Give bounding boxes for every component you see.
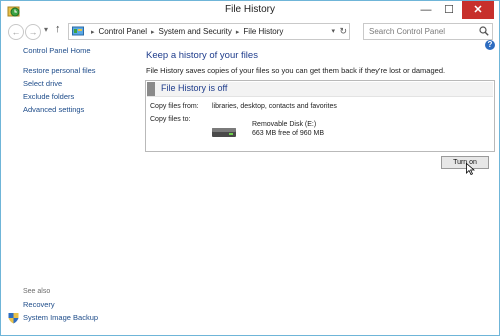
recent-locations-dropdown[interactable]: ▾ — [44, 25, 48, 34]
sidebar-item-select-drive[interactable]: Select drive — [23, 79, 62, 88]
breadcrumb-separator[interactable]: ▸ — [151, 29, 155, 36]
search-placeholder: Search Control Panel — [369, 27, 446, 36]
removable-disk-icon — [211, 124, 237, 140]
help-icon[interactable]: ? — [485, 40, 495, 50]
refresh-button[interactable]: ↻ — [339, 24, 347, 39]
page-description: File History saves copies of your files … — [146, 66, 446, 75]
search-input[interactable]: Search Control Panel — [363, 23, 493, 40]
status-indicator — [147, 82, 155, 96]
breadcrumb-separator: ▸ — [91, 29, 95, 36]
drive-free-space: 663 MB free of 960 MB — [252, 130, 324, 137]
address-dropdown-button[interactable]: ▾ — [331, 24, 335, 39]
copy-to-label: Copy files to: — [150, 116, 191, 123]
see-also-system-image-backup[interactable]: System Image Backup — [23, 313, 98, 322]
sidebar-item-advanced-settings[interactable]: Advanced settings — [23, 105, 84, 114]
shield-icon — [8, 311, 19, 324]
copy-from-value: libraries, desktop, contacts and favorit… — [212, 103, 337, 110]
copy-from-label: Copy files from: — [150, 103, 199, 110]
status-header: File History is off — [147, 82, 493, 97]
minimize-button[interactable]: — — [415, 1, 437, 19]
status-text: File History is off — [161, 83, 228, 93]
breadcrumb-system-and-security[interactable]: System and Security — [159, 27, 232, 36]
forward-button[interactable]: → — [25, 24, 41, 40]
see-also-heading: See also — [23, 288, 51, 295]
breadcrumb: ▸ Control Panel ▸ System and Security ▸ File … — [87, 24, 283, 40]
turn-on-button[interactable]: Turn on — [441, 156, 489, 169]
sidebar-item-control-panel-home[interactable]: Control Panel Home — [23, 46, 91, 55]
drive-name: Removable Disk (E:) — [252, 121, 317, 128]
mouse-pointer-icon — [466, 162, 476, 176]
file-history-status-panel: File History is off Copy files from: lib… — [145, 80, 495, 152]
close-button[interactable]: ✕ — [462, 1, 494, 19]
breadcrumb-separator[interactable]: ▸ — [236, 29, 240, 36]
search-icon[interactable] — [479, 26, 489, 36]
navigation-bar: ← → ▾ ↑ ▸ Control Panel ▸ System and Securi… — [1, 21, 499, 43]
see-also-recovery[interactable]: Recovery — [23, 300, 55, 309]
maximize-button[interactable]: ☐ — [438, 1, 460, 19]
sidebar-item-exclude-folders[interactable]: Exclude folders — [23, 92, 74, 101]
control-panel-icon — [72, 26, 84, 37]
title-bar: File History — ☐ ✕ — [1, 1, 499, 21]
breadcrumb-file-history[interactable]: File History — [243, 27, 283, 36]
page-title: Keep a history of your files — [146, 50, 258, 61]
up-button[interactable]: ↑ — [55, 23, 61, 35]
sidebar-item-restore-personal-files[interactable]: Restore personal files — [23, 66, 96, 75]
breadcrumb-control-panel[interactable]: Control Panel — [99, 27, 147, 36]
address-bar[interactable]: ▸ Control Panel ▸ System and Security ▸ File … — [68, 23, 350, 40]
back-button[interactable]: ← — [8, 24, 24, 40]
file-history-window: File History — ☐ ✕ ← → ▾ ↑ ▸ Control Pane… — [0, 0, 500, 336]
